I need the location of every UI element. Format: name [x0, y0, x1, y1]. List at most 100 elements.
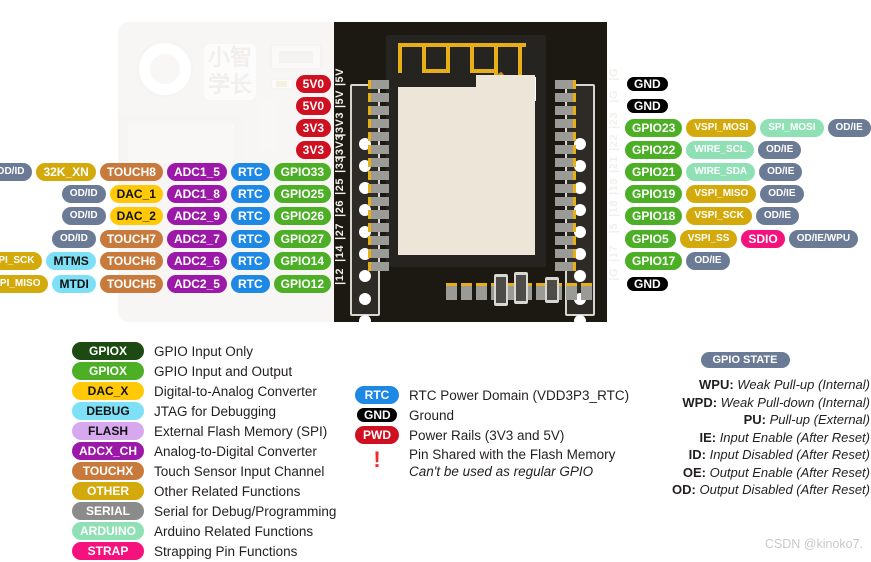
pin-pill-TOUCH7: TOUCH7 — [99, 230, 163, 248]
pin-pill-MTDI: MTDI — [52, 275, 96, 293]
legend-description: GPIO Input Only — [154, 343, 254, 359]
board-photo-led — [270, 78, 294, 90]
gpio-state-item: WPU: Weak Pull-up (Internal) — [699, 377, 870, 392]
legend-item: TOUCHX Touch Sensor Input Channel — [72, 462, 336, 480]
pin-pill-GPIO25: GPIO25 — [273, 185, 331, 203]
legend-item: GPIOX GPIO Input and Output — [72, 362, 336, 380]
legend-item: RTC RTC Power Domain (VDD3P3_RTC) — [355, 386, 629, 404]
legend-badge-STRAP: STRAP — [72, 542, 144, 560]
pin-pill-ADC2_6: ADC2_6 — [166, 252, 227, 270]
module-shield-top — [476, 75, 535, 91]
legend-badge-SERIAL: SERIAL — [72, 502, 144, 520]
pin-number-5V: |5V — [334, 68, 346, 87]
pin-pill-GND: GND — [625, 275, 670, 293]
pin-row: GND — [625, 275, 670, 293]
header-hole — [574, 270, 586, 282]
gpio-state-item: OE: Output Enable (After Reset) — [682, 464, 870, 480]
legend-description: Serial for Debug/Programming — [154, 503, 337, 519]
pin-number-19: |19 — [608, 178, 620, 195]
pin-pill-MTMS: MTMS — [46, 252, 96, 270]
legend-badge-DAC_X: DAC_X — [72, 382, 144, 400]
module-pad — [368, 210, 389, 219]
legend-badge-DEBUG: DEBUG — [72, 402, 144, 420]
power-pill-5V0: 5V0 — [295, 97, 331, 115]
pin-pill-OD/ID: OD/ID — [61, 207, 106, 225]
pin-row: GPIO5 VSPI_SS SDIO OD/IE/WPU — [625, 230, 859, 248]
header-hole — [359, 293, 371, 305]
legend-badge-GPIOX: GPIOX — [72, 362, 144, 380]
pin-row: GPIO21 WIRE_SDA OD/IE — [625, 163, 803, 181]
power-legend: RTC RTC Power Domain (VDD3P3_RTC) GND Groun… — [355, 386, 629, 482]
legend-item: OTHER Other Related Functions — [72, 482, 336, 500]
pin-pill-RTC: RTC — [230, 163, 270, 181]
pin-pill-DAC_2: DAC_2 — [109, 207, 163, 225]
esp32-board — [334, 22, 607, 350]
pin-number-33: |33 — [334, 156, 346, 173]
pin-pill-WIRE_SDA: WIRE_SDA — [686, 163, 756, 181]
module-pad — [368, 171, 389, 180]
legend-badge-GPIOX: GPIOX — [72, 342, 144, 360]
watermark: CSDN @kinoko7. — [764, 537, 863, 551]
module-pad — [555, 119, 576, 128]
pin-pill-TOUCH6: TOUCH6 — [99, 252, 163, 270]
pin-pill-GPIO19: GPIO19 — [625, 185, 683, 203]
module-pad — [555, 93, 576, 102]
pin-pill-GPIO26: GPIO26 — [273, 207, 331, 225]
legend-description: Arduino Related Functions — [154, 523, 314, 539]
pin-row: OD/ID 32K_XN TOUCH8 ADC1_5 RTC GPIO33 — [0, 163, 331, 181]
pin-pill-32K_XN: 32K_XN — [36, 163, 96, 181]
pin-number-18: |18 — [608, 200, 620, 217]
pin-number-5: |5 — [608, 223, 620, 234]
pin-pill-VSPI_MISO: VSPI_MISO — [686, 185, 757, 203]
pin-pill-OD/IE: OD/IE — [686, 252, 730, 270]
pin-pill-TOUCH8: TOUCH8 — [99, 163, 163, 181]
pin-pill-HSPI_SCK: HSPI_SCK — [0, 252, 43, 270]
gpio-state-item: PU: Pull-up (External) — [743, 412, 870, 427]
board-photo-chip-inner — [128, 124, 234, 164]
legend-item: GND Ground — [355, 406, 629, 424]
legend-item: SERIAL Serial for Debug/Programming — [72, 502, 336, 520]
pin-pill-GPIO14: GPIO14 — [273, 252, 331, 270]
module-pad — [555, 197, 576, 206]
legend-badge-TOUCHX: TOUCHX — [72, 462, 144, 480]
board-component-3 — [545, 277, 559, 303]
pin-pill-RTC: RTC — [230, 185, 270, 203]
pin-number-21: |21 — [608, 156, 620, 173]
legend-badge-OTHER: OTHER — [72, 482, 144, 500]
pin-number-14: |14 — [334, 245, 346, 262]
legend-item: PWD Power Rails (3V3 and 5V) — [355, 426, 629, 444]
module-pad — [555, 249, 576, 258]
function-legend: GPIOX GPIO Input Only GPIOX GPIO Input and … — [72, 342, 336, 562]
board-photo-capacitor — [261, 102, 277, 150]
pin-pill-ADC2_7: ADC2_7 — [166, 230, 227, 248]
legend-description: Touch Sensor Input Channel — [154, 463, 325, 479]
legend-description: Ground — [409, 407, 455, 423]
pin-number-25: |25 — [334, 178, 346, 195]
pin-pill-VSPI_SS: VSPI_SS — [679, 230, 738, 248]
module-pad — [368, 223, 389, 232]
legend-badge-ARDUINO: ARDUINO — [72, 522, 144, 540]
legend-description: Power Rails (3V3 and 5V) — [409, 427, 565, 443]
pin-number-3V3: |3V3 — [334, 134, 346, 159]
pin-pill-OD/IE: OD/IE — [755, 207, 800, 225]
pin-number-G: |G — [608, 268, 620, 281]
pin-pill-VSPI_MOSI: VSPI_MOSI — [686, 119, 757, 137]
pin-pill-RTC: RTC — [230, 252, 270, 270]
module-pad — [555, 80, 576, 89]
module-pad — [555, 106, 576, 115]
module-pad — [368, 184, 389, 193]
power-pill-3V3: 3V3 — [295, 119, 331, 137]
gpio-state-title: GPIO STATE — [700, 352, 790, 368]
pin-number-3V3: |3V3 — [334, 112, 346, 137]
pin-row: GND — [625, 75, 670, 93]
legend-item: DAC_X Digital-to-Analog Converter — [72, 382, 336, 400]
pin-pill-DAC_1: DAC_1 — [109, 185, 163, 203]
pin-pill-GPIO17: GPIO17 — [625, 252, 683, 270]
module-pad — [368, 262, 389, 271]
legend-item: GPIOX GPIO Input Only — [72, 342, 336, 360]
pin-number-G: |G — [608, 68, 620, 81]
legend-description: JTAG for Debugging — [154, 403, 277, 419]
pin-number-26: |26 — [334, 200, 346, 217]
gpio-state-items: WPU: Weak Pull-up (Internal) WPD: Weak Pu… — [620, 376, 870, 499]
pin-pill-TOUCH5: TOUCH5 — [99, 275, 163, 293]
